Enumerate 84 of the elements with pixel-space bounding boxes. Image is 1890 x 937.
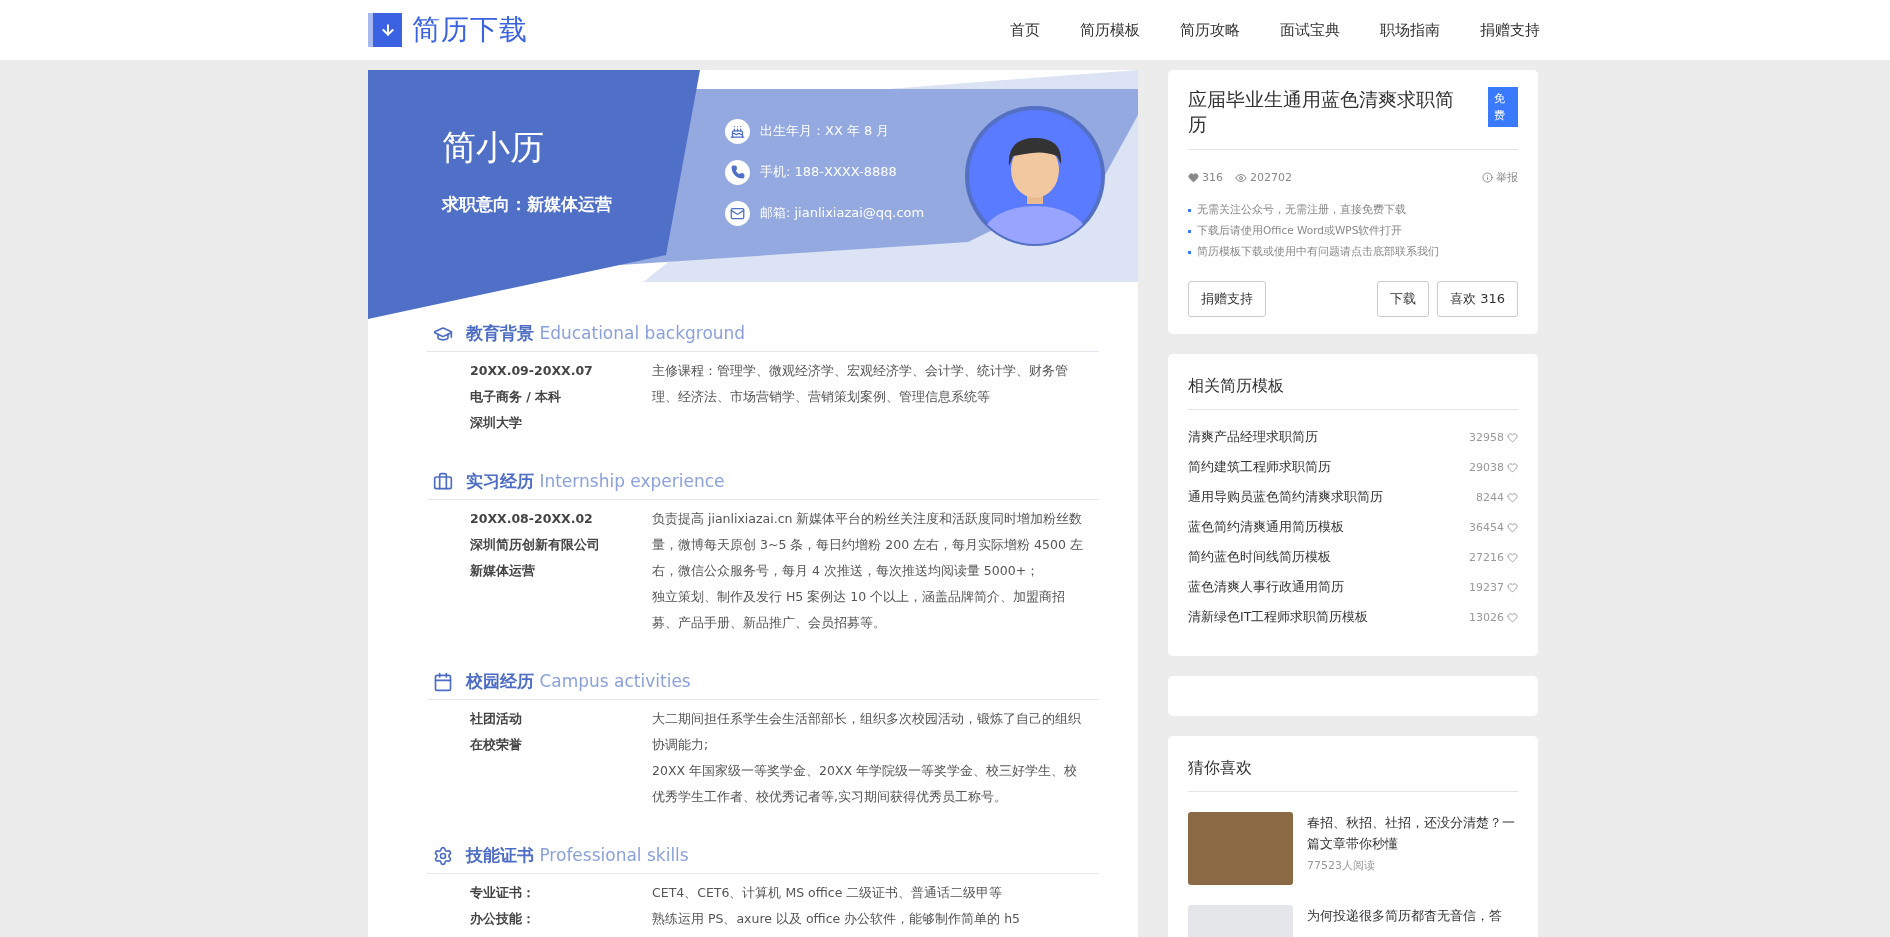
bullet-icon (1188, 208, 1191, 212)
donate-button[interactable]: 捐赠支持 (1188, 281, 1266, 317)
mail-icon (730, 205, 745, 221)
like-count: 36454 (1469, 520, 1504, 534)
like-count: 29038 (1469, 460, 1504, 474)
heart-icon (1507, 551, 1518, 563)
entry-description: 熟练运用 PS、axure 以及 office 办公软件，能够制作简单的 h5 (652, 910, 1022, 928)
like-count: 32958 (1469, 430, 1504, 444)
info-icon[interactable] (1482, 172, 1493, 183)
like-count: 27216 (1469, 550, 1504, 564)
entry-description: CET4、CET6、计算机 MS office 二级证书、普通话二级甲等 (652, 884, 1004, 902)
cake-icon (730, 123, 745, 139)
nav-link[interactable]: 职场指南 (1380, 20, 1440, 40)
eye-icon (1235, 171, 1247, 184)
template-title: 应届毕业生通用蓝色清爽求职简历 (1188, 87, 1455, 137)
template-link[interactable]: 简约建筑工程师求职简历 (1188, 458, 1331, 476)
entry-label: 深圳简历创新有限公司 (470, 536, 601, 554)
heart-icon (1507, 521, 1518, 533)
job-objective: 求职意向：新媒体运营 (442, 192, 613, 216)
entry-label: 20XX.09-20XX.07 (470, 362, 594, 380)
heart-icon (1507, 491, 1518, 503)
nav-link[interactable]: 简历模板 (1080, 20, 1140, 40)
avatar-icon (963, 104, 1107, 248)
section-title: 教育背景 Educational background (466, 322, 746, 345)
entry-label: 新媒体运营 (470, 562, 536, 580)
template-link[interactable]: 清爽产品经理求职简历 (1188, 428, 1318, 446)
nav-link[interactable]: 简历攻略 (1180, 20, 1240, 40)
logo-icon[interactable] (368, 13, 402, 47)
entry-description: 大二期间担任系学生会生活部部长，组织多次校园活动，锻炼了自己的组织协调能力; (652, 710, 1082, 754)
card-title: 相关简历模板 (1188, 371, 1518, 410)
section-title: 校园经历 Campus activities (466, 670, 691, 693)
site-logo[interactable]: 简历下载 (412, 11, 528, 49)
entry-label: 深圳大学 (470, 414, 523, 432)
bullet-icon (1188, 250, 1191, 254)
heart-icon (1507, 611, 1518, 623)
resume-name: 简小历 (442, 125, 545, 169)
report-link[interactable]: 举报 (1496, 170, 1518, 185)
heart-icon (1507, 461, 1518, 473)
contact-text: 手机: 188-XXXX-8888 (760, 163, 897, 181)
read-count: 77523人阅读 (1307, 858, 1376, 873)
gear-icon (433, 845, 453, 866)
nav-link[interactable]: 面试宝典 (1280, 20, 1340, 40)
download-button[interactable]: 下载 (1377, 281, 1430, 317)
like-count: 19237 (1469, 580, 1504, 594)
article-link[interactable]: 为何投递很多简历都杳无音信，答 (1307, 905, 1502, 926)
heart-icon (1188, 172, 1199, 183)
template-link[interactable]: 清新绿色IT工程师求职简历模板 (1188, 608, 1369, 626)
entry-description: 20XX 年国家级一等奖学金、20XX 年学院级一等奖学金、校三好学生、校优秀学生工作者、校优秀记者等,实习期间获得优秀员工称号。 (652, 762, 1078, 806)
calendar-icon (433, 671, 453, 692)
briefcase-icon (433, 471, 453, 492)
section-title: 实习经历 Internship experience (466, 470, 725, 493)
like-count: 13026 (1469, 610, 1504, 624)
entry-description: 独立策划、制作及发行 H5 案例达 10 个以上，涵盖品牌简介、加盟商招募、产品手册、新品推广、会员招募等。 (652, 588, 1067, 632)
entry-label: 电子商务 / 本科 (470, 388, 563, 406)
entry-description: 主修课程：管理学、微观经济学、宏观经济学、会计学、统计学、财务管理、经济法、市场营销学、营销策划案例、管理信息系统等 (652, 362, 1069, 406)
contact-text: 出生年月：XX 年 8 月 (760, 122, 890, 140)
entry-label: 20XX.08-20XX.02 (470, 510, 594, 528)
note-text: 下载后请使用Office Word或WPS软件打开 (1197, 224, 1403, 238)
entry-label: 在校荣誉 (470, 736, 523, 754)
note-text: 无需关注公众号，无需注册，直接免费下载 (1197, 203, 1406, 217)
template-link[interactable]: 简约蓝色时间线简历模板 (1188, 548, 1331, 566)
contact-text: 邮箱: jianlixiazai@qq.com (760, 204, 925, 222)
nav-link[interactable]: 捐赠支持 (1480, 20, 1540, 40)
template-link[interactable]: 蓝色清爽人事行政通用简历 (1188, 578, 1344, 596)
bullet-icon (1188, 229, 1191, 233)
nav-link[interactable]: 首页 (1010, 20, 1040, 40)
article-link[interactable]: 春招、秋招、社招，还没分清楚？一篇文章带你秒懂 (1307, 812, 1518, 854)
like-count: 8244 (1476, 490, 1504, 504)
note-text: 简历模板下载或使用中有问题请点击底部联系我们 (1197, 245, 1439, 259)
view-count: 202702 (1250, 171, 1292, 184)
free-badge: 免费 (1488, 87, 1518, 127)
entry-label: 办公技能： (470, 910, 536, 928)
card-title: 猜你喜欢 (1188, 753, 1518, 792)
entry-label: 社团活动 (470, 710, 523, 728)
template-link[interactable]: 蓝色简约清爽通用简历模板 (1188, 518, 1344, 536)
like-button[interactable]: 喜欢 316 (1437, 281, 1518, 317)
template-link[interactable]: 通用导购员蓝色简约清爽求职简历 (1188, 488, 1383, 506)
entry-description: 负责提高 jianlixiazai.cn 新媒体平台的粉丝关注度和活跃度同时增加粉丝数量，微博每天原创 3~5 条，每日约增粉 200 左右，每月实际增粉 4500 左右，微信公众服务号，每月 4 次推送，每次推送均阅读量 5000+； (652, 510, 1084, 580)
heart-icon (1507, 581, 1518, 593)
section-title: 技能证书 Professional skills (466, 844, 689, 867)
entry-label: 专业证书： (470, 884, 536, 902)
like-count: 316 (1202, 171, 1223, 184)
heart-icon (1507, 431, 1518, 443)
phone-icon (730, 165, 745, 179)
